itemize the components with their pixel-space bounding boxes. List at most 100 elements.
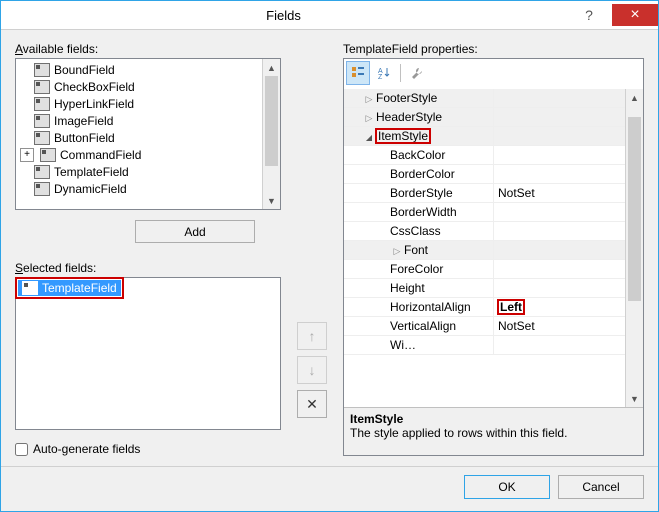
collapse-icon[interactable] <box>362 129 376 143</box>
scroll-thumb[interactable] <box>628 117 641 301</box>
available-field-item[interactable]: ImageField <box>20 112 280 129</box>
cancel-button[interactable]: Cancel <box>558 475 644 499</box>
categorized-button[interactable] <box>346 61 370 85</box>
propgrid-property[interactable]: Wi… <box>344 336 643 355</box>
move-down-button[interactable]: ↓ <box>297 356 327 384</box>
propgrid-category[interactable]: FooterStyle <box>344 89 643 108</box>
prop-name-cell: BorderWidth <box>344 203 494 221</box>
propgrid-property[interactable]: BorderStyle NotSet <box>344 184 643 203</box>
delete-icon: ✕ <box>306 396 318 413</box>
prop-name: HeaderStyle <box>376 110 442 124</box>
dialog-body: Available fields: BoundField CheckBoxFiel… <box>1 30 658 466</box>
prop-value-cell[interactable]: Left <box>494 300 643 314</box>
propgrid-property[interactable]: VerticalAlign NotSet <box>344 317 643 336</box>
property-grid: AZ FooterStyle HeaderStyle ItemStyle BackCo… <box>343 58 644 456</box>
scroll-down-icon[interactable]: ▼ <box>626 390 643 407</box>
prop-name: BorderStyle <box>390 186 453 200</box>
propgrid-property[interactable]: BackColor <box>344 146 643 165</box>
ok-button[interactable]: OK <box>464 475 550 499</box>
help-button[interactable]: ? <box>566 4 612 26</box>
fields-dialog: Fields ? × Available fields: BoundField C… <box>0 0 659 512</box>
scroll-down-icon[interactable]: ▼ <box>263 192 280 209</box>
prop-name-cell: CssClass <box>344 222 494 240</box>
window-title: Fields <box>1 8 566 23</box>
expand-icon[interactable] <box>390 243 404 257</box>
prop-value: NotSet <box>498 186 535 200</box>
available-field-item[interactable]: HyperLinkField <box>20 95 280 112</box>
propgrid-property[interactable]: BorderWidth <box>344 203 643 222</box>
available-field-item[interactable]: + CommandField <box>20 146 280 163</box>
close-button[interactable]: × <box>612 4 658 26</box>
prop-name-cell: Height <box>344 279 494 297</box>
propgrid-property[interactable]: ForeColor <box>344 260 643 279</box>
available-field-item[interactable]: CheckBoxField <box>20 78 280 95</box>
svg-text:Z: Z <box>378 74 383 80</box>
autogen-checkbox[interactable] <box>15 443 28 456</box>
prop-name: ItemStyle <box>376 129 430 143</box>
categorized-icon <box>351 66 365 80</box>
field-type-icon <box>34 63 50 77</box>
propgrid-property[interactable]: CssClass <box>344 222 643 241</box>
template-field-icon <box>22 281 38 295</box>
autogen-row[interactable]: Auto-generate fields <box>15 442 281 456</box>
prop-name-cell: ItemStyle <box>344 127 494 145</box>
scroll-thumb[interactable] <box>265 76 278 166</box>
prop-value-cell[interactable]: NotSet <box>494 319 643 333</box>
selected-fields-list[interactable]: TemplateField <box>15 277 281 430</box>
titlebar: Fields ? × <box>1 1 658 30</box>
available-scrollbar[interactable]: ▲ ▼ <box>262 59 280 209</box>
field-label: CommandField <box>60 148 141 162</box>
property-pages-button[interactable] <box>405 61 429 85</box>
propgrid-scrollbar[interactable]: ▲ ▼ <box>625 89 643 407</box>
expand-icon[interactable] <box>362 91 376 105</box>
prop-name-cell: VerticalAlign <box>344 317 494 335</box>
available-fields-label: Available fields: <box>15 42 281 56</box>
propgrid-category[interactable]: HeaderStyle <box>344 108 643 127</box>
available-field-item[interactable]: DynamicField <box>20 180 280 197</box>
propgrid-category[interactable]: Font <box>344 241 643 260</box>
available-fields-list[interactable]: BoundField CheckBoxField HyperLinkField Ima… <box>15 58 281 210</box>
prop-name-cell: Wi… <box>344 336 494 354</box>
field-type-icon <box>34 165 50 179</box>
propgrid-property[interactable]: BorderColor <box>344 165 643 184</box>
arrow-up-icon: ↑ <box>309 328 316 344</box>
wrench-icon <box>410 66 424 80</box>
available-field-item[interactable]: ButtonField <box>20 129 280 146</box>
prop-name: Wi… <box>390 338 416 352</box>
prop-value-cell[interactable]: NotSet <box>494 186 643 200</box>
scroll-up-icon[interactable]: ▲ <box>263 59 280 76</box>
prop-name-cell: HeaderStyle <box>344 108 494 126</box>
properties-label: TemplateField properties: <box>343 42 644 56</box>
field-type-icon <box>40 148 56 162</box>
prop-name-cell: BackColor <box>344 146 494 164</box>
prop-name: FooterStyle <box>376 91 437 105</box>
alphabetical-button[interactable]: AZ <box>372 61 396 85</box>
left-column: Available fields: BoundField CheckBoxFiel… <box>15 42 281 456</box>
available-field-item[interactable]: BoundField <box>20 61 280 78</box>
selected-fields-label: Selected fields: <box>15 261 281 275</box>
propgrid-category[interactable]: ItemStyle <box>344 127 643 146</box>
desc-heading: ItemStyle <box>350 412 637 426</box>
selected-field-item[interactable]: TemplateField <box>18 280 121 296</box>
available-field-item[interactable]: TemplateField <box>20 163 280 180</box>
toolbar-separator <box>400 64 401 82</box>
expand-icon[interactable] <box>362 110 376 124</box>
autogen-label: Auto-generate fields <box>33 442 140 456</box>
add-button[interactable]: Add <box>135 220 255 243</box>
expander-icon[interactable]: + <box>20 148 34 162</box>
field-label: TemplateField <box>54 165 129 179</box>
delete-button[interactable]: ✕ <box>297 390 327 418</box>
prop-name: BackColor <box>390 148 445 162</box>
field-label: CheckBoxField <box>54 80 135 94</box>
field-label: ImageField <box>54 114 113 128</box>
move-up-button[interactable]: ↑ <box>297 322 327 350</box>
prop-value: NotSet <box>498 319 535 333</box>
alphabetical-icon: AZ <box>377 66 391 80</box>
scroll-up-icon[interactable]: ▲ <box>626 89 643 106</box>
propgrid-property[interactable]: HorizontalAlignLeft <box>344 298 643 317</box>
field-label: DynamicField <box>54 182 127 196</box>
propgrid-rows[interactable]: FooterStyle HeaderStyle ItemStyle BackColor… <box>344 89 643 407</box>
propgrid-property[interactable]: Height <box>344 279 643 298</box>
desc-text: The style applied to rows within this fi… <box>350 426 637 440</box>
field-label: HyperLinkField <box>54 97 134 111</box>
